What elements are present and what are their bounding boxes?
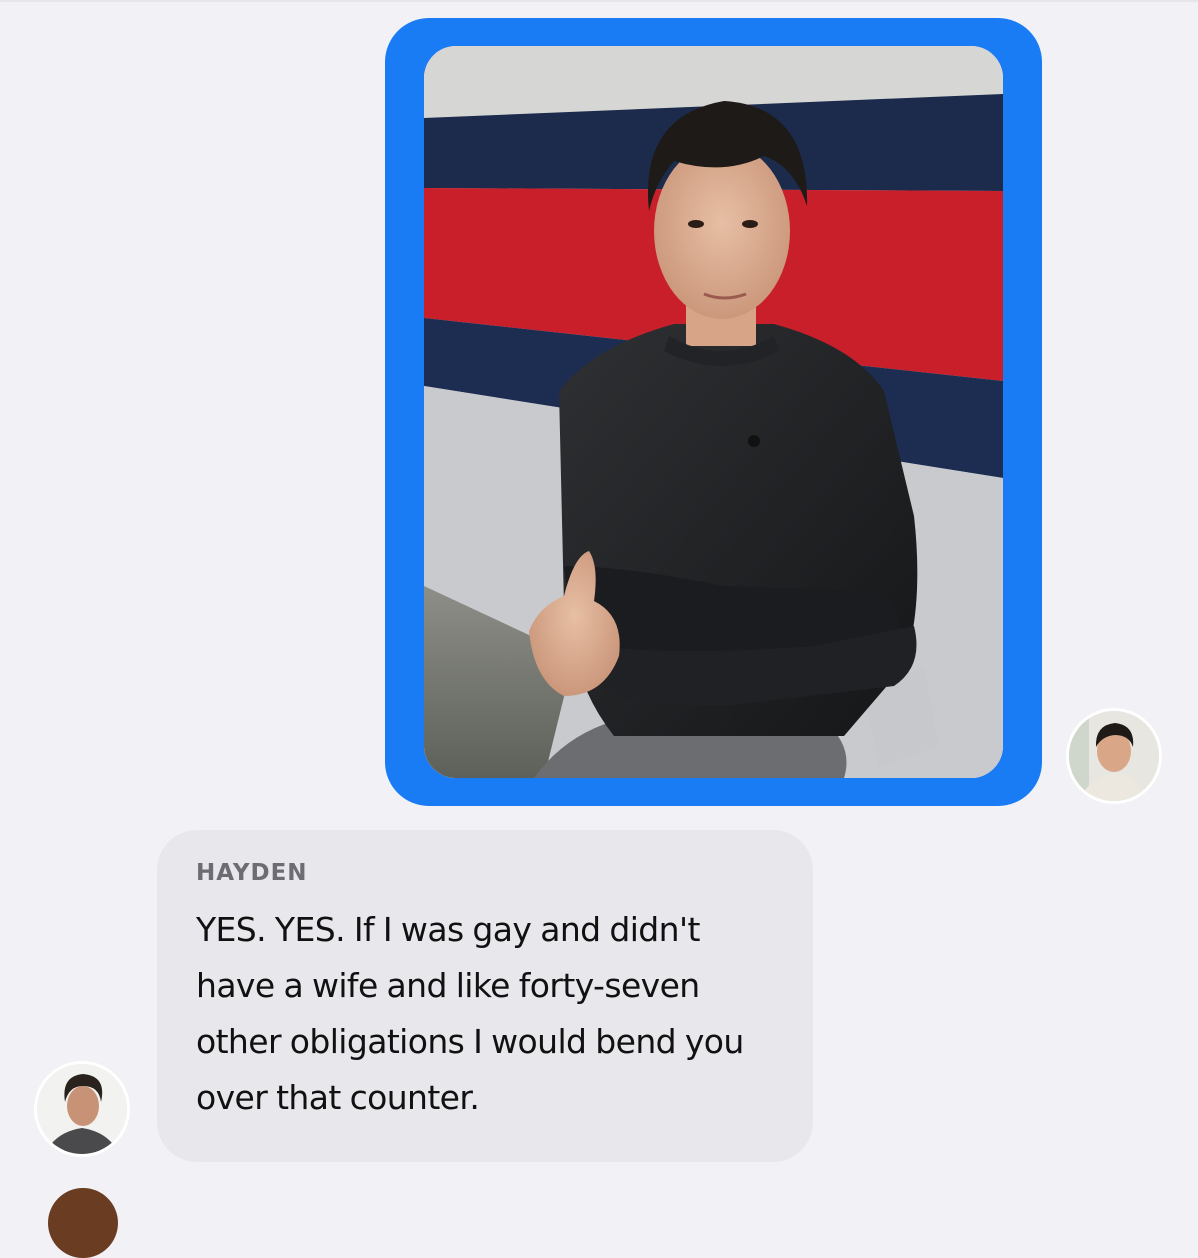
self-avatar[interactable] — [1066, 708, 1162, 804]
sender-name: HAYDEN — [196, 860, 308, 886]
top-divider — [0, 0, 1198, 2]
user-avatar-photo — [1069, 711, 1159, 801]
user-avatar-photo — [37, 1064, 127, 1154]
incoming-message[interactable]: HAYDEN YES. YES. If I was gay and didn't… — [157, 830, 813, 1162]
photo-attachment[interactable] — [424, 46, 1003, 778]
message-text: YES. YES. If I was gay and didn't have a… — [196, 910, 744, 1117]
photo-image — [424, 46, 1003, 778]
next-sender-avatar[interactable] — [48, 1188, 118, 1258]
sender-avatar[interactable] — [34, 1061, 130, 1157]
outgoing-photo-message[interactable] — [385, 18, 1042, 806]
